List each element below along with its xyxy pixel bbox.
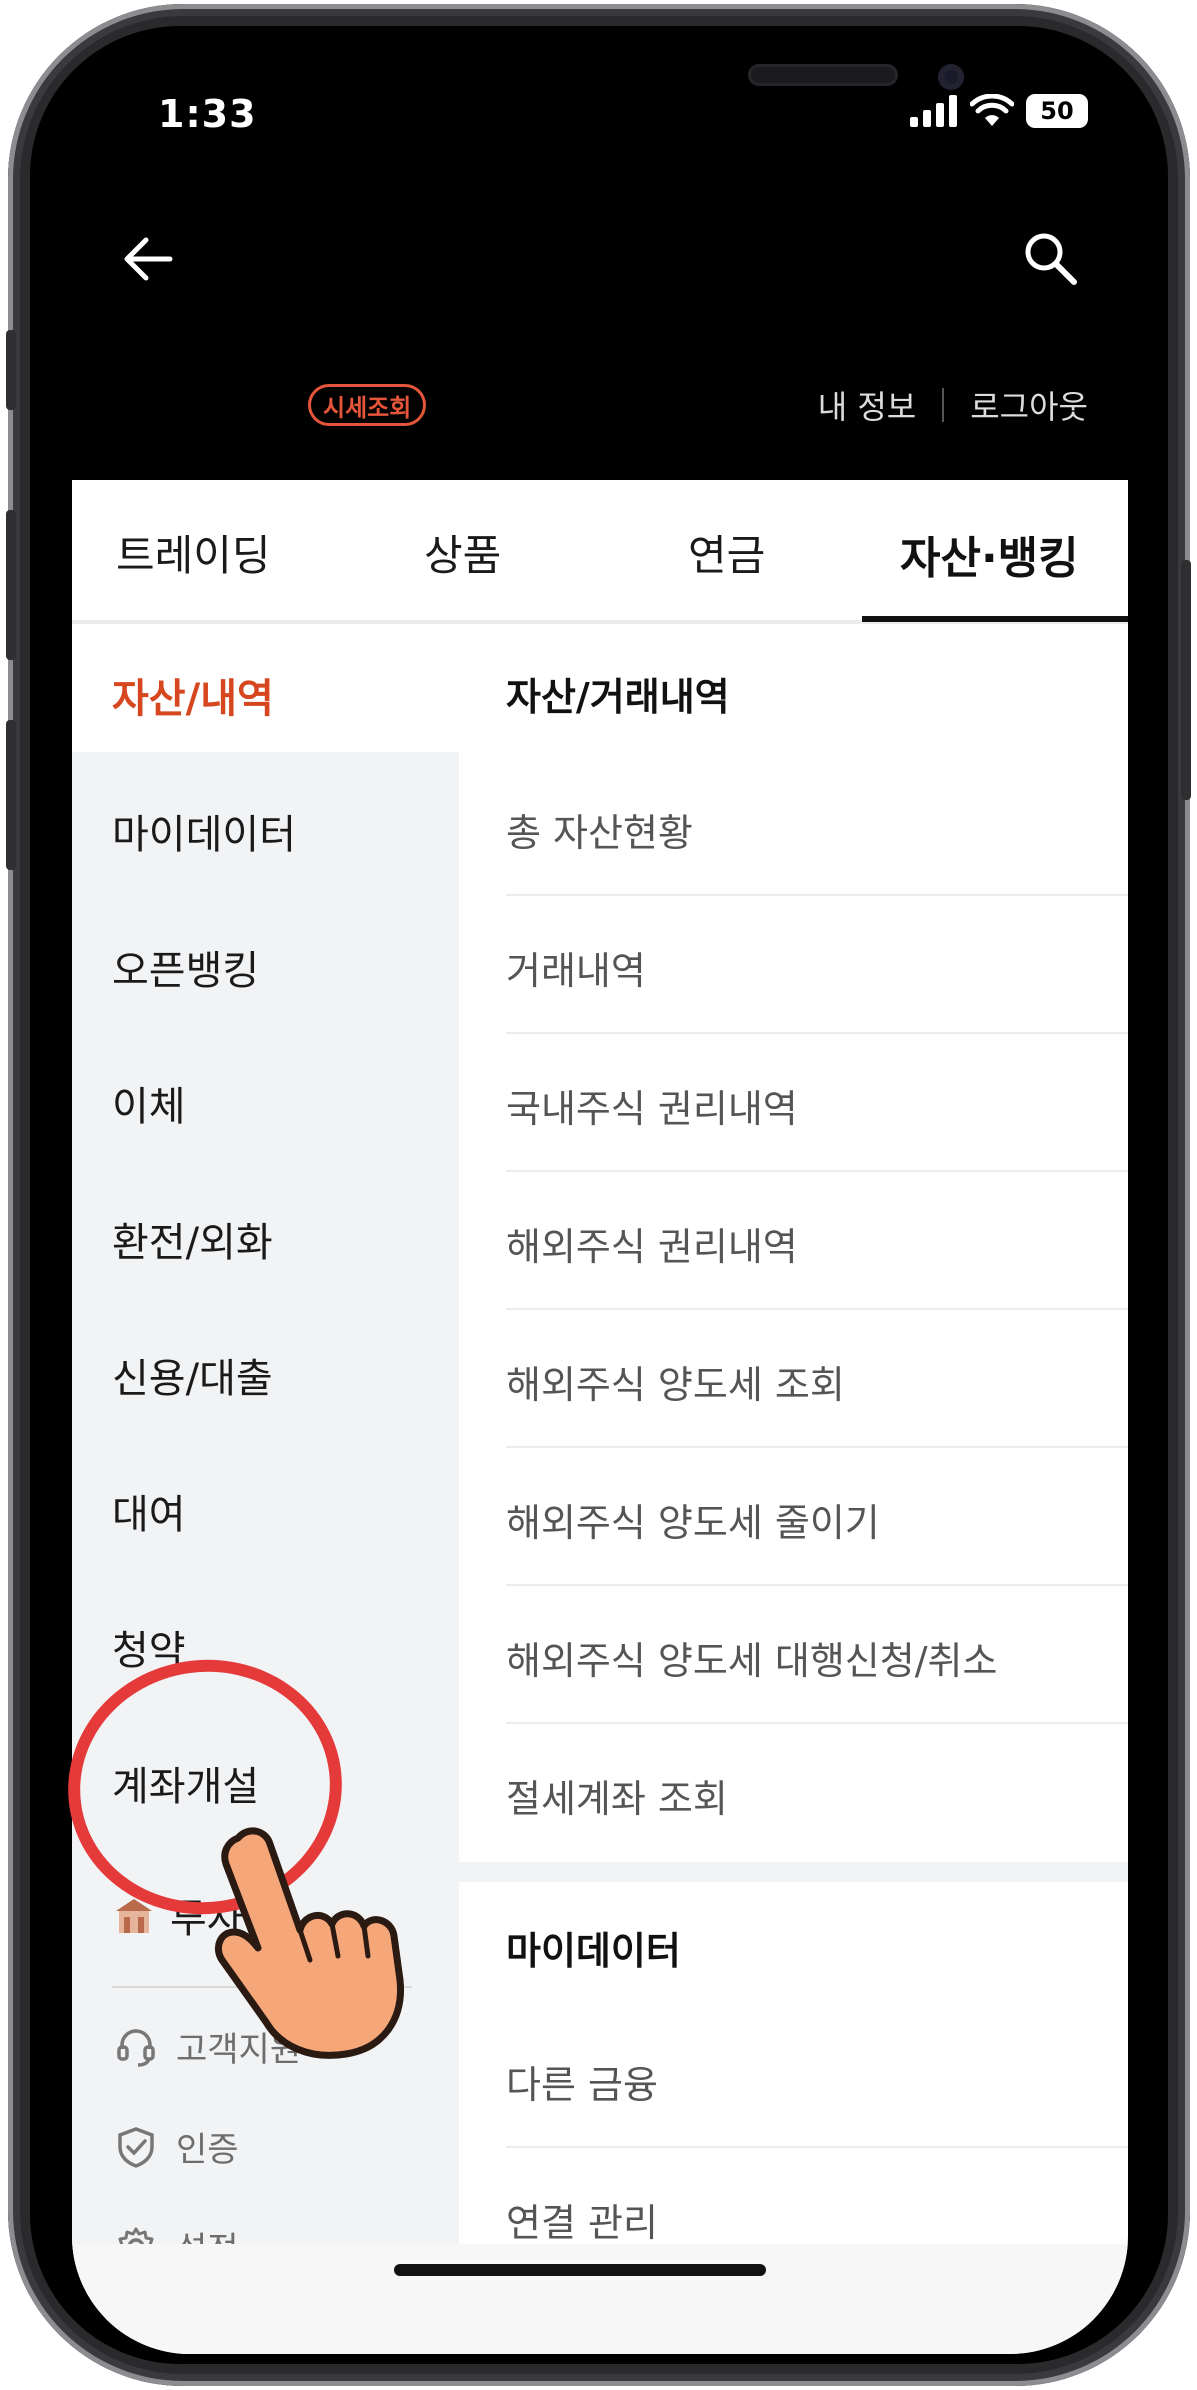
pointing-hand-icon bbox=[215, 1827, 404, 2059]
sidebar-footer-auth[interactable]: 인증 bbox=[114, 2122, 239, 2171]
menu-item[interactable]: 해외주식 양도세 대행신청/취소 bbox=[506, 1586, 1128, 1724]
header-divider bbox=[942, 388, 945, 422]
menu-item-label: 해외주식 양도세 조회 bbox=[506, 1363, 845, 1407]
status-icons: 50 bbox=[910, 94, 1088, 128]
menu-item-label: 국내주식 권리내역 bbox=[506, 1087, 798, 1131]
header-links: 내 정보 로그아웃 bbox=[818, 382, 1088, 428]
menu-content: 트레이딩 상품 연금 자산·뱅킹 자산/내역 마이데이터 오픈뱅킹 이체 환전/… bbox=[72, 480, 1128, 2354]
menu-item[interactable]: 다른 금융 bbox=[506, 2010, 1128, 2148]
menu-item[interactable]: 절세계좌 조회 bbox=[506, 1724, 1128, 1862]
menu-item-label: 다른 금융 bbox=[506, 2063, 658, 2107]
menu-item[interactable]: 거래내역 bbox=[506, 896, 1128, 1034]
sidebar-item-exchange[interactable]: 환전/외화 bbox=[112, 1210, 273, 1268]
menu-item-label: 거래내역 bbox=[506, 949, 646, 993]
mute-switch bbox=[6, 330, 16, 410]
notch bbox=[298, 34, 964, 134]
sidebar-item-transfer[interactable]: 이체 bbox=[112, 1074, 186, 1132]
speaker bbox=[748, 64, 898, 86]
logout-link[interactable]: 로그아웃 bbox=[970, 382, 1088, 428]
active-tab-indicator bbox=[862, 616, 1128, 622]
sidebar-item-lending[interactable]: 대여 bbox=[112, 1482, 186, 1540]
tab-products[interactable]: 상품 bbox=[424, 522, 501, 583]
front-camera bbox=[938, 64, 964, 90]
signal-icon bbox=[910, 95, 957, 127]
sidebar: 자산/내역 마이데이터 오픈뱅킹 이체 환전/외화 신용/대출 대여 청약 계좌… bbox=[72, 624, 459, 2354]
section-title-assets: 자산/거래내역 bbox=[506, 675, 730, 719]
menu-item-label: 절세계좌 조회 bbox=[506, 1777, 728, 1821]
menu-item[interactable]: 국내주식 권리내역 bbox=[506, 1034, 1128, 1172]
tab-assets-banking[interactable]: 자산·뱅킹 bbox=[900, 522, 1079, 586]
sidebar-item-mydata[interactable]: 마이데이터 bbox=[112, 802, 296, 860]
menu-item[interactable]: 총 자산현황 bbox=[506, 758, 1128, 896]
sidebar-item-credit-loan[interactable]: 신용/대출 bbox=[112, 1346, 273, 1404]
menu-item-label: 총 자산현황 bbox=[506, 811, 693, 855]
volume-up-button bbox=[6, 510, 16, 660]
menu-item-label: 연결 관리 bbox=[506, 2201, 658, 2245]
tab-trading[interactable]: 트레이딩 bbox=[116, 522, 271, 583]
menu-item-label: 해외주식 양도세 줄이기 bbox=[506, 1501, 880, 1545]
price-lookup-badge[interactable]: 시세조회 bbox=[308, 384, 427, 426]
tab-pension[interactable]: 연금 bbox=[688, 522, 765, 583]
sidebar-item-open-banking[interactable]: 오픈뱅킹 bbox=[112, 938, 259, 996]
submenu-panel: 자산/거래내역 총 자산현황 거래내역 국내주식 권리내역 해외주식 권리내역 … bbox=[459, 624, 1128, 2354]
search-icon[interactable] bbox=[1020, 228, 1080, 288]
menu-item[interactable]: 해외주식 권리내역 bbox=[506, 1172, 1128, 1310]
shield-check-icon bbox=[118, 2126, 154, 2168]
auth-label: 인증 bbox=[176, 2130, 239, 2170]
section-title-mydata: 마이데이터 bbox=[506, 1929, 681, 1973]
home-indicator[interactable] bbox=[394, 2264, 766, 2276]
headset-icon bbox=[117, 2028, 155, 2067]
menu-item-label: 해외주식 권리내역 bbox=[506, 1225, 798, 1269]
volume-down-button bbox=[6, 720, 16, 870]
bottom-strip bbox=[72, 2244, 1128, 2354]
menu-item[interactable]: 해외주식 양도세 줄이기 bbox=[506, 1448, 1128, 1586]
back-arrow-icon[interactable] bbox=[120, 232, 174, 286]
status-time: 1:33 bbox=[158, 92, 257, 136]
battery-indicator: 50 bbox=[1026, 94, 1088, 128]
menu-item-label: 해외주식 양도세 대행신청/취소 bbox=[506, 1639, 998, 1683]
wifi-icon bbox=[970, 94, 1014, 126]
category-tabs: 트레이딩 상품 연금 자산·뱅킹 bbox=[72, 480, 1128, 624]
section-separator bbox=[459, 1862, 1128, 1882]
sidebar-item-assets-history[interactable]: 자산/내역 bbox=[112, 666, 274, 724]
my-info-link[interactable]: 내 정보 bbox=[818, 382, 917, 428]
menu-item[interactable]: 해외주식 양도세 조회 bbox=[506, 1310, 1128, 1448]
power-button bbox=[1181, 560, 1191, 800]
